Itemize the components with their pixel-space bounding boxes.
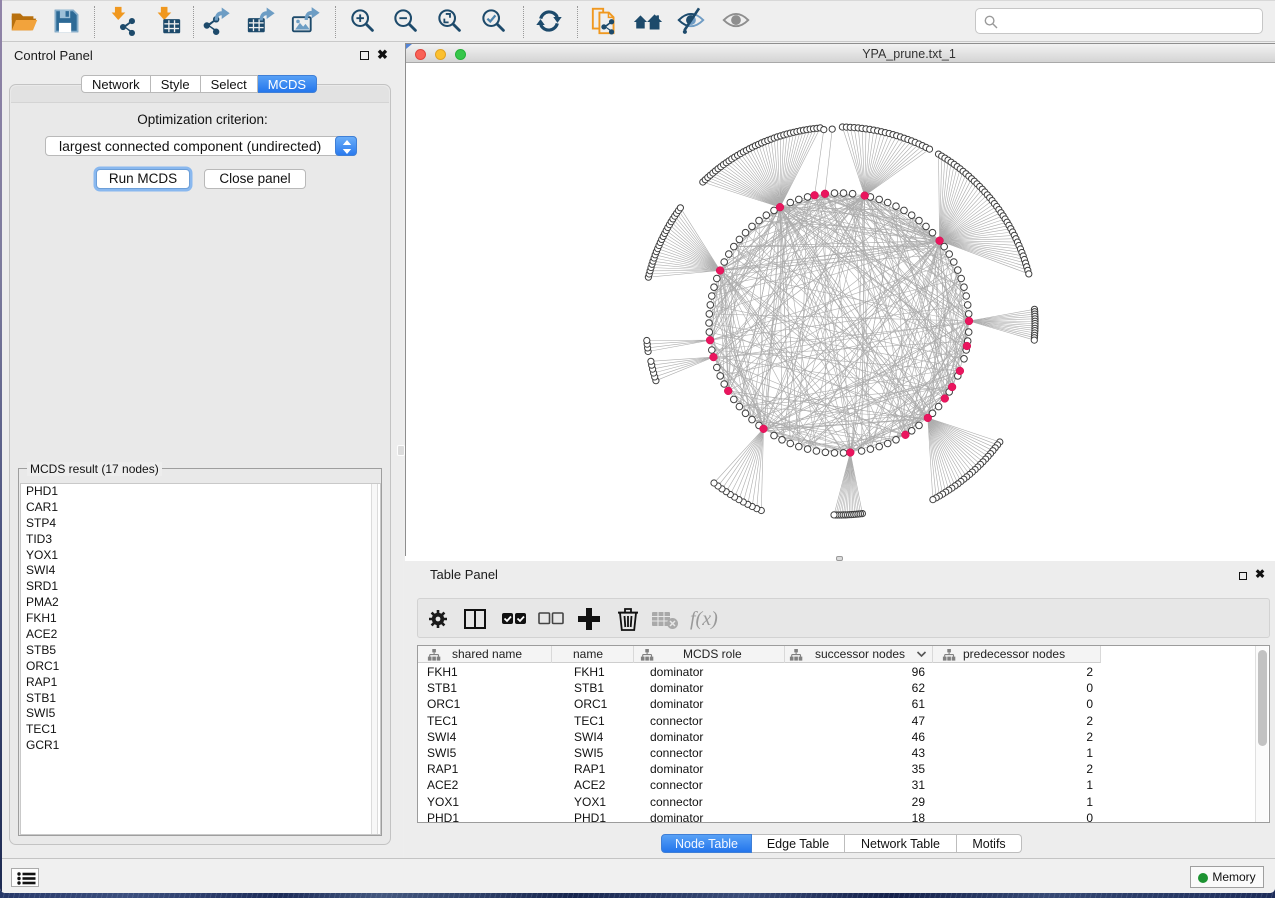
svg-text:f(x): f(x) xyxy=(690,608,718,630)
